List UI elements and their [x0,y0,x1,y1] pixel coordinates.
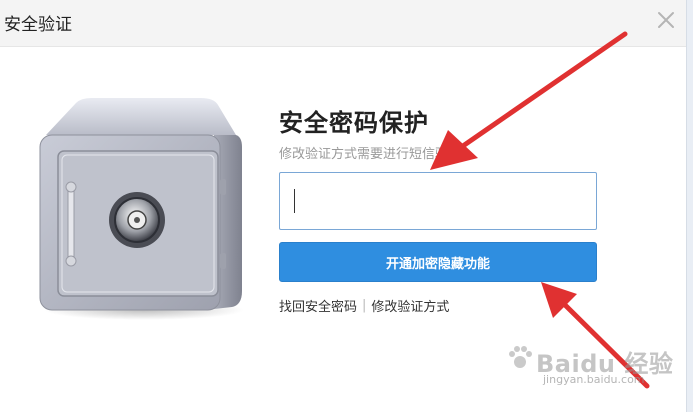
watermark-brand: Baidu 经验 [536,350,674,378]
text-caret [294,189,295,213]
link-separator: | [362,298,367,313]
enable-encryption-button[interactable]: 开通加密隐藏功能 [279,242,597,282]
dialog-title: 安全验证 [4,15,72,35]
paw-logo [509,346,532,368]
section-subtext: 修改验证方式需要进行短信验证 [279,147,462,162]
watermark-url: jingyan.baidu.com [543,373,645,386]
dialog-title-bar: 安全验证 [0,0,693,47]
security-password-input[interactable] [279,172,597,230]
retrieve-password-link[interactable]: 找回安全密码 [279,296,357,315]
baidu-watermark: Baidu 经验 jingyan.baidu.com [500,338,680,398]
safe-illustration [39,98,244,320]
close-icon[interactable] [652,6,680,34]
arrow-annotation-bottom [541,282,650,389]
footer-links: 找回安全密码 | 修改验证方式 [279,296,449,315]
modify-verification-link[interactable]: 修改验证方式 [371,296,449,315]
section-heading: 安全密码保护 [279,109,429,137]
window-edge [686,0,693,412]
